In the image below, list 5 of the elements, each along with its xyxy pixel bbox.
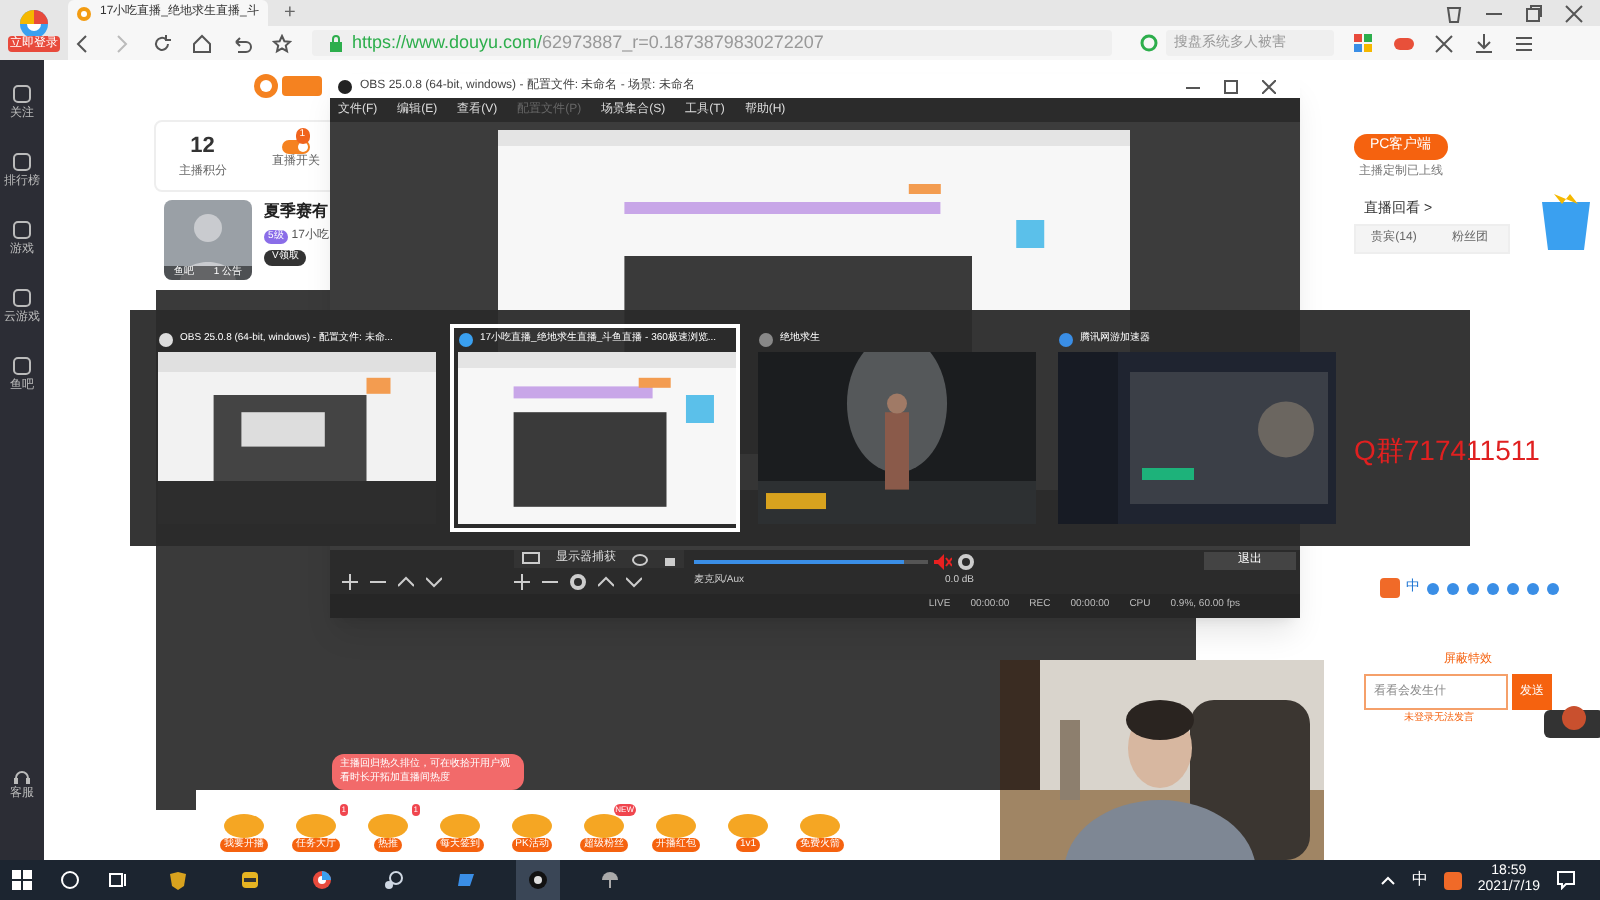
ime-indicator[interactable]: 中	[1411, 868, 1428, 892]
room-title: 夏季赛有	[264, 200, 329, 224]
score-value: 12	[190, 132, 215, 163]
new-tab-button[interactable]: +	[284, 2, 296, 26]
url-text: https://www.douyu.com/62973887_r=0.1873879830272207	[352, 29, 824, 56]
